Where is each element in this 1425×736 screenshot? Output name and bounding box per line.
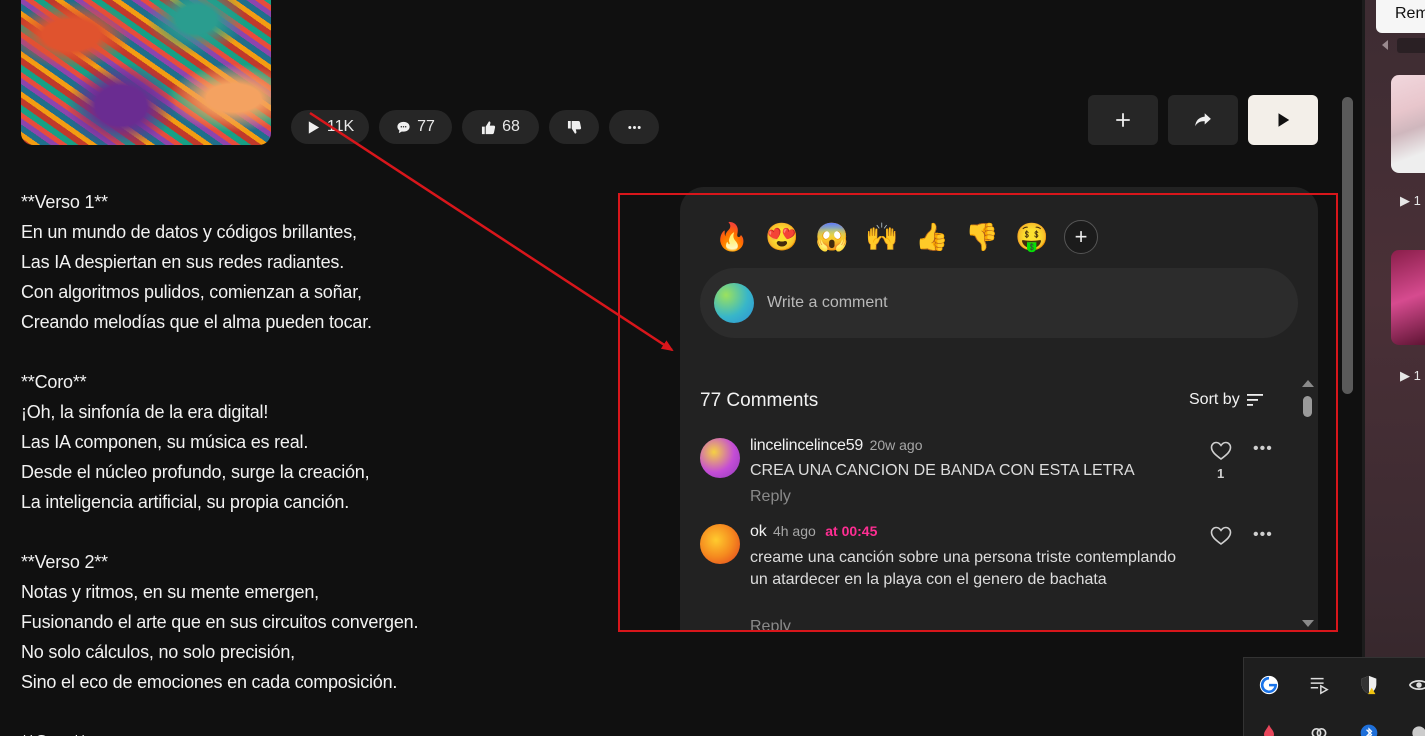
share-icon [1195,113,1211,127]
lyrics-line: **Verso 1** [21,192,108,212]
lyrics-spacer [21,697,581,727]
lyrics-line: No solo cálculos, no solo precisión, [21,642,295,662]
play-icon [1278,113,1290,127]
lyrics: **Verso 1** En un mundo de datos y código… [21,187,581,736]
side-scroll-track [1397,38,1425,53]
page: 11K 77 68 **Verso 1** En un mundo de dato… [0,0,1425,736]
lyrics-spacer [21,337,581,367]
share-button[interactable] [1168,95,1238,145]
link-icon[interactable] [1307,721,1331,736]
lyrics-line: ¡Oh, la sinfonía de la era digital! [21,402,269,422]
play-count-button[interactable]: 11K [291,110,369,144]
cover-art[interactable] [21,0,271,145]
system-tray [1243,657,1425,736]
plus-icon [1116,113,1130,127]
lyrics-line: **Coro** [21,372,87,392]
lyrics-line: **Coro** [21,727,581,736]
play-icon [308,120,319,134]
comment-count: 77 [417,118,435,135]
comment-count-button[interactable]: 77 [379,110,452,144]
app-icon[interactable] [1407,721,1425,736]
add-to-playlist-button[interactable] [1088,95,1158,145]
page-scrollbar[interactable] [1342,97,1353,394]
flame-icon[interactable] [1257,721,1281,736]
bluetooth-icon[interactable] [1357,721,1381,736]
thumbs-up-icon [482,120,496,134]
play-button[interactable] [1248,95,1318,145]
side-prev-arrow[interactable] [1382,40,1388,50]
lyrics-line: En un mundo de datos y códigos brillante… [21,222,357,242]
dislike-button[interactable] [549,110,599,144]
lyrics-spacer [21,517,581,547]
like-count: 68 [502,118,520,135]
lyrics-line: Fusionando el arte que en sus circuitos … [21,612,419,632]
remove-button[interactable]: Remove [1376,0,1425,33]
like-button[interactable]: 68 [462,110,539,144]
lyrics-line: Con algoritmos pulidos, comienzan a soña… [21,282,362,302]
side-play-count[interactable]: ▶ 1 [1400,368,1421,384]
google-icon[interactable] [1257,673,1281,697]
lyrics-line: La inteligencia artificial, su propia ca… [21,492,349,512]
lyrics-line: Las IA componen, su música es real. [21,432,309,452]
lyrics-line: Sino el eco de emociones en cada composi… [21,672,398,692]
lyrics-line: Notas y ritmos, en su mente emergen, [21,582,319,602]
playlist-icon[interactable] [1307,673,1331,697]
more-options-button[interactable] [609,110,659,144]
side-play-count[interactable]: ▶ 1 [1400,193,1421,209]
lyrics-line: Las IA despiertan en sus redes radiantes… [21,252,345,272]
more-horizontal-icon [627,125,641,129]
comment-icon [397,121,410,133]
security-shield-icon[interactable] [1357,673,1381,697]
lyrics-line: Creando melodías que el alma pueden toca… [21,312,372,332]
lyrics-line: **Verso 2** [21,552,108,572]
thumbs-down-icon [567,120,581,134]
eye-icon[interactable] [1407,673,1425,697]
play-count: 11K [326,118,355,135]
lyrics-line: Desde el núcleo profundo, surge la creac… [21,462,370,482]
annotation-box [618,193,1338,632]
song-thumbnail[interactable] [1391,75,1425,173]
song-thumbnail[interactable] [1391,250,1425,345]
